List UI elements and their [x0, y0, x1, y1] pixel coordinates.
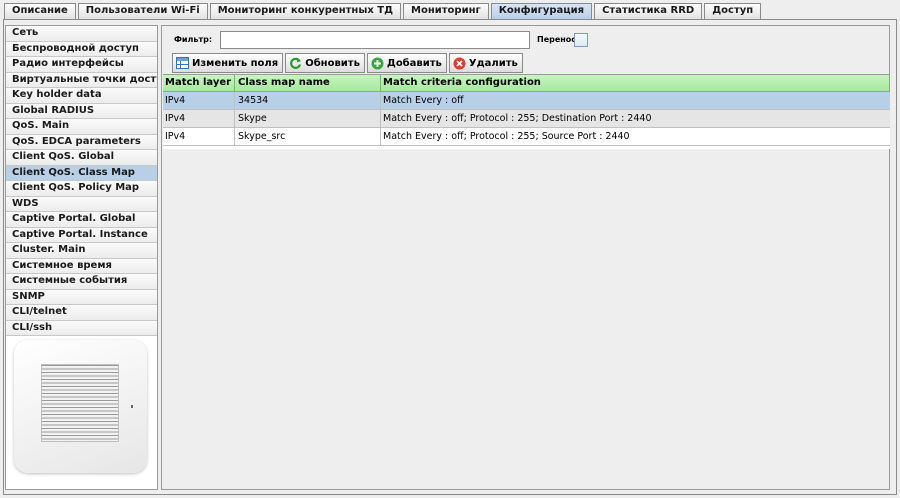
sidebar-item-network[interactable]: Сеть: [6, 26, 157, 42]
sidebar-item-wds[interactable]: WDS: [6, 196, 157, 212]
sidebar-item-radio-interfaces[interactable]: Радио интерфейсы: [6, 57, 157, 73]
table-cell-criteria: Match Every : off; Protocol : 255; Desti…: [383, 113, 652, 124]
sidebar-item-system-time[interactable]: Системное время: [6, 258, 157, 274]
sidebar-item-virtual-ap[interactable]: Виртуальные точки доступа: [6, 72, 157, 88]
table-cell-name: Skype: [235, 110, 381, 127]
filter-label: Фильтр:: [174, 35, 213, 44]
edit-columns-icon: [176, 57, 189, 70]
wrap-label: Перенос: [537, 35, 577, 44]
sidebar-item-snmp[interactable]: SNMP: [6, 289, 157, 305]
table-cell-name: Skype_src: [235, 128, 381, 145]
table-cell-criteria: Match Every : off: [383, 95, 464, 106]
table-cell-layer3: IPv4: [163, 110, 235, 127]
sidebar-item-wireless-access[interactable]: Беспроводной доступ: [6, 41, 157, 57]
device-led: [131, 405, 133, 408]
table-header-row: Match layer 3... Class map name Match cr…: [163, 75, 890, 92]
add-button[interactable]: Добавить: [366, 53, 447, 73]
tab-wifi-users[interactable]: Пользователи Wi-Fi: [77, 3, 208, 19]
sidebar-item-qos-main[interactable]: QoS. Main: [6, 119, 157, 135]
refresh-label: Обновить: [305, 57, 360, 69]
table-cell-layer3: IPv4: [163, 128, 235, 145]
wrap-checkbox[interactable]: [574, 33, 588, 47]
sidebar-item-captive-portal-global[interactable]: Captive Portal. Global: [6, 212, 157, 228]
edit-fields-button[interactable]: Изменить поля: [172, 53, 284, 73]
column-header-match-layer3[interactable]: Match layer 3...: [163, 75, 235, 91]
refresh-button[interactable]: Обновить: [285, 53, 365, 73]
table-row[interactable]: IPv4 Skype Match Every : off; Protocol :…: [163, 110, 890, 128]
delete-button[interactable]: Удалить: [448, 53, 523, 73]
sidebar-item-cli-ssh[interactable]: CLI/ssh: [6, 320, 157, 336]
add-icon: [371, 57, 384, 70]
table-cell-criteria: Match Every : off; Protocol : 255; Sourc…: [383, 131, 630, 142]
sidebar-item-key-holder[interactable]: Key holder data: [6, 88, 157, 104]
table-row[interactable]: IPv4 Skype_src Match Every : off; Protoc…: [163, 128, 890, 146]
tab-competitor-monitoring[interactable]: Мониторинг конкурентных ТД: [209, 3, 402, 19]
column-header-match-criteria[interactable]: Match criteria configuration: [381, 75, 890, 91]
table-row[interactable]: IPv4 34534 Match Every : off: [163, 92, 890, 110]
edit-fields-label: Изменить поля: [192, 57, 279, 69]
class-map-table: Match layer 3... Class map name Match cr…: [163, 74, 890, 149]
filter-input[interactable]: [220, 31, 530, 49]
tab-monitoring[interactable]: Мониторинг: [403, 3, 489, 19]
sidebar-item-cluster-main[interactable]: Cluster. Main: [6, 243, 157, 259]
sidebar-item-qos-edca[interactable]: QoS. EDCA parameters: [6, 134, 157, 150]
delete-icon: [453, 57, 466, 70]
sidebar-item-client-qos-policy-map[interactable]: Client QoS. Policy Map: [6, 181, 157, 197]
toolbar: Изменить поля Обновить Добавить Удалить: [172, 53, 525, 73]
device-grille: [41, 364, 119, 442]
sidebar-item-client-qos-class-map[interactable]: Client QoS. Class Map: [6, 165, 157, 181]
tab-access[interactable]: Доступ: [704, 3, 762, 19]
sidebar-item-captive-portal-instance[interactable]: Captive Portal. Instance: [6, 227, 157, 243]
class-map-panel: Фильтр: Перенос Изменить поля Обновить Д…: [161, 25, 890, 490]
config-sidebar: Сеть Беспроводной доступ Радио интерфейс…: [5, 25, 158, 490]
delete-label: Удалить: [468, 57, 518, 69]
column-header-class-map-name[interactable]: Class map name: [235, 75, 381, 91]
add-label: Добавить: [386, 57, 442, 69]
sidebar-item-client-qos-global[interactable]: Client QoS. Global: [6, 150, 157, 166]
main-tabbar: Описание Пользователи Wi-Fi Мониторинг к…: [4, 3, 763, 19]
table-cell-layer3: IPv4: [163, 92, 235, 109]
sidebar-item-global-radius[interactable]: Global RADIUS: [6, 103, 157, 119]
tab-description[interactable]: Описание: [4, 3, 76, 19]
tab-configuration[interactable]: Конфигурация: [490, 3, 593, 19]
tab-rrd-statistics[interactable]: Статистика RRD: [594, 3, 703, 19]
table-cell-name: 34534: [235, 92, 381, 109]
sidebar-item-system-events[interactable]: Системные события: [6, 274, 157, 290]
sidebar-item-cli-telnet[interactable]: CLI/telnet: [6, 305, 157, 321]
refresh-icon: [289, 57, 302, 70]
access-point-icon: [14, 340, 147, 473]
